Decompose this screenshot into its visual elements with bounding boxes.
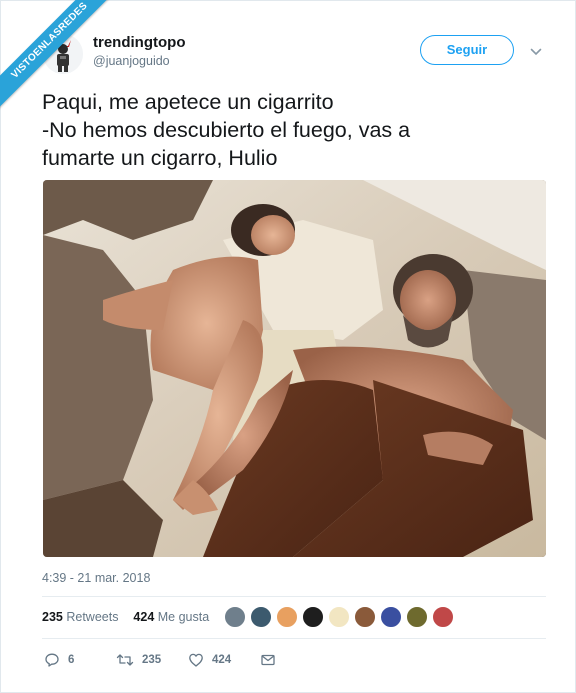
liker-avatar[interactable] <box>224 606 246 628</box>
retweets-stat[interactable]: 235 Retweets <box>42 610 118 624</box>
follow-button[interactable]: Seguir <box>420 35 514 65</box>
watermark-ribbon: VISTOENLASREDES <box>0 0 130 130</box>
divider <box>42 638 546 639</box>
liker-avatar[interactable] <box>354 606 376 628</box>
reply-icon <box>45 653 59 667</box>
liker-avatar[interactable] <box>250 606 272 628</box>
tweet-timestamp[interactable]: 4:39 - 21 mar. 2018 <box>42 571 150 585</box>
reply-button[interactable]: 6 <box>44 650 74 670</box>
divider <box>42 596 546 597</box>
like-count: 424 <box>212 654 232 666</box>
retweet-count: 235 <box>142 654 162 666</box>
retweets-count: 235 <box>42 610 63 624</box>
liker-avatar[interactable] <box>432 606 454 628</box>
watermark-text: VISTOENLASREDES <box>0 0 122 113</box>
tweet-photo[interactable] <box>43 180 546 557</box>
retweet-icon <box>116 654 134 666</box>
likes-stat[interactable]: 424 Me gusta <box>133 610 209 624</box>
envelope-icon <box>261 654 275 666</box>
liker-avatar[interactable] <box>328 606 350 628</box>
engagement-stats: 235 Retweets 424 Me gusta <box>42 610 209 624</box>
likes-count: 424 <box>133 610 155 624</box>
likes-label: Me gusta <box>157 610 210 624</box>
liker-avatar[interactable] <box>406 606 428 628</box>
direct-message-button[interactable] <box>260 650 276 670</box>
heart-icon <box>189 653 203 667</box>
liker-avatar[interactable] <box>302 606 324 628</box>
cavemen-photo-icon <box>43 180 546 557</box>
reply-count: 6 <box>68 654 75 666</box>
liker-avatar[interactable] <box>276 606 298 628</box>
retweet-button[interactable]: 235 <box>116 650 161 670</box>
like-button[interactable]: 424 <box>188 650 231 670</box>
liker-avatar[interactable] <box>380 606 402 628</box>
chevron-down-icon[interactable] <box>530 44 542 56</box>
retweets-label: Retweets <box>66 610 119 624</box>
